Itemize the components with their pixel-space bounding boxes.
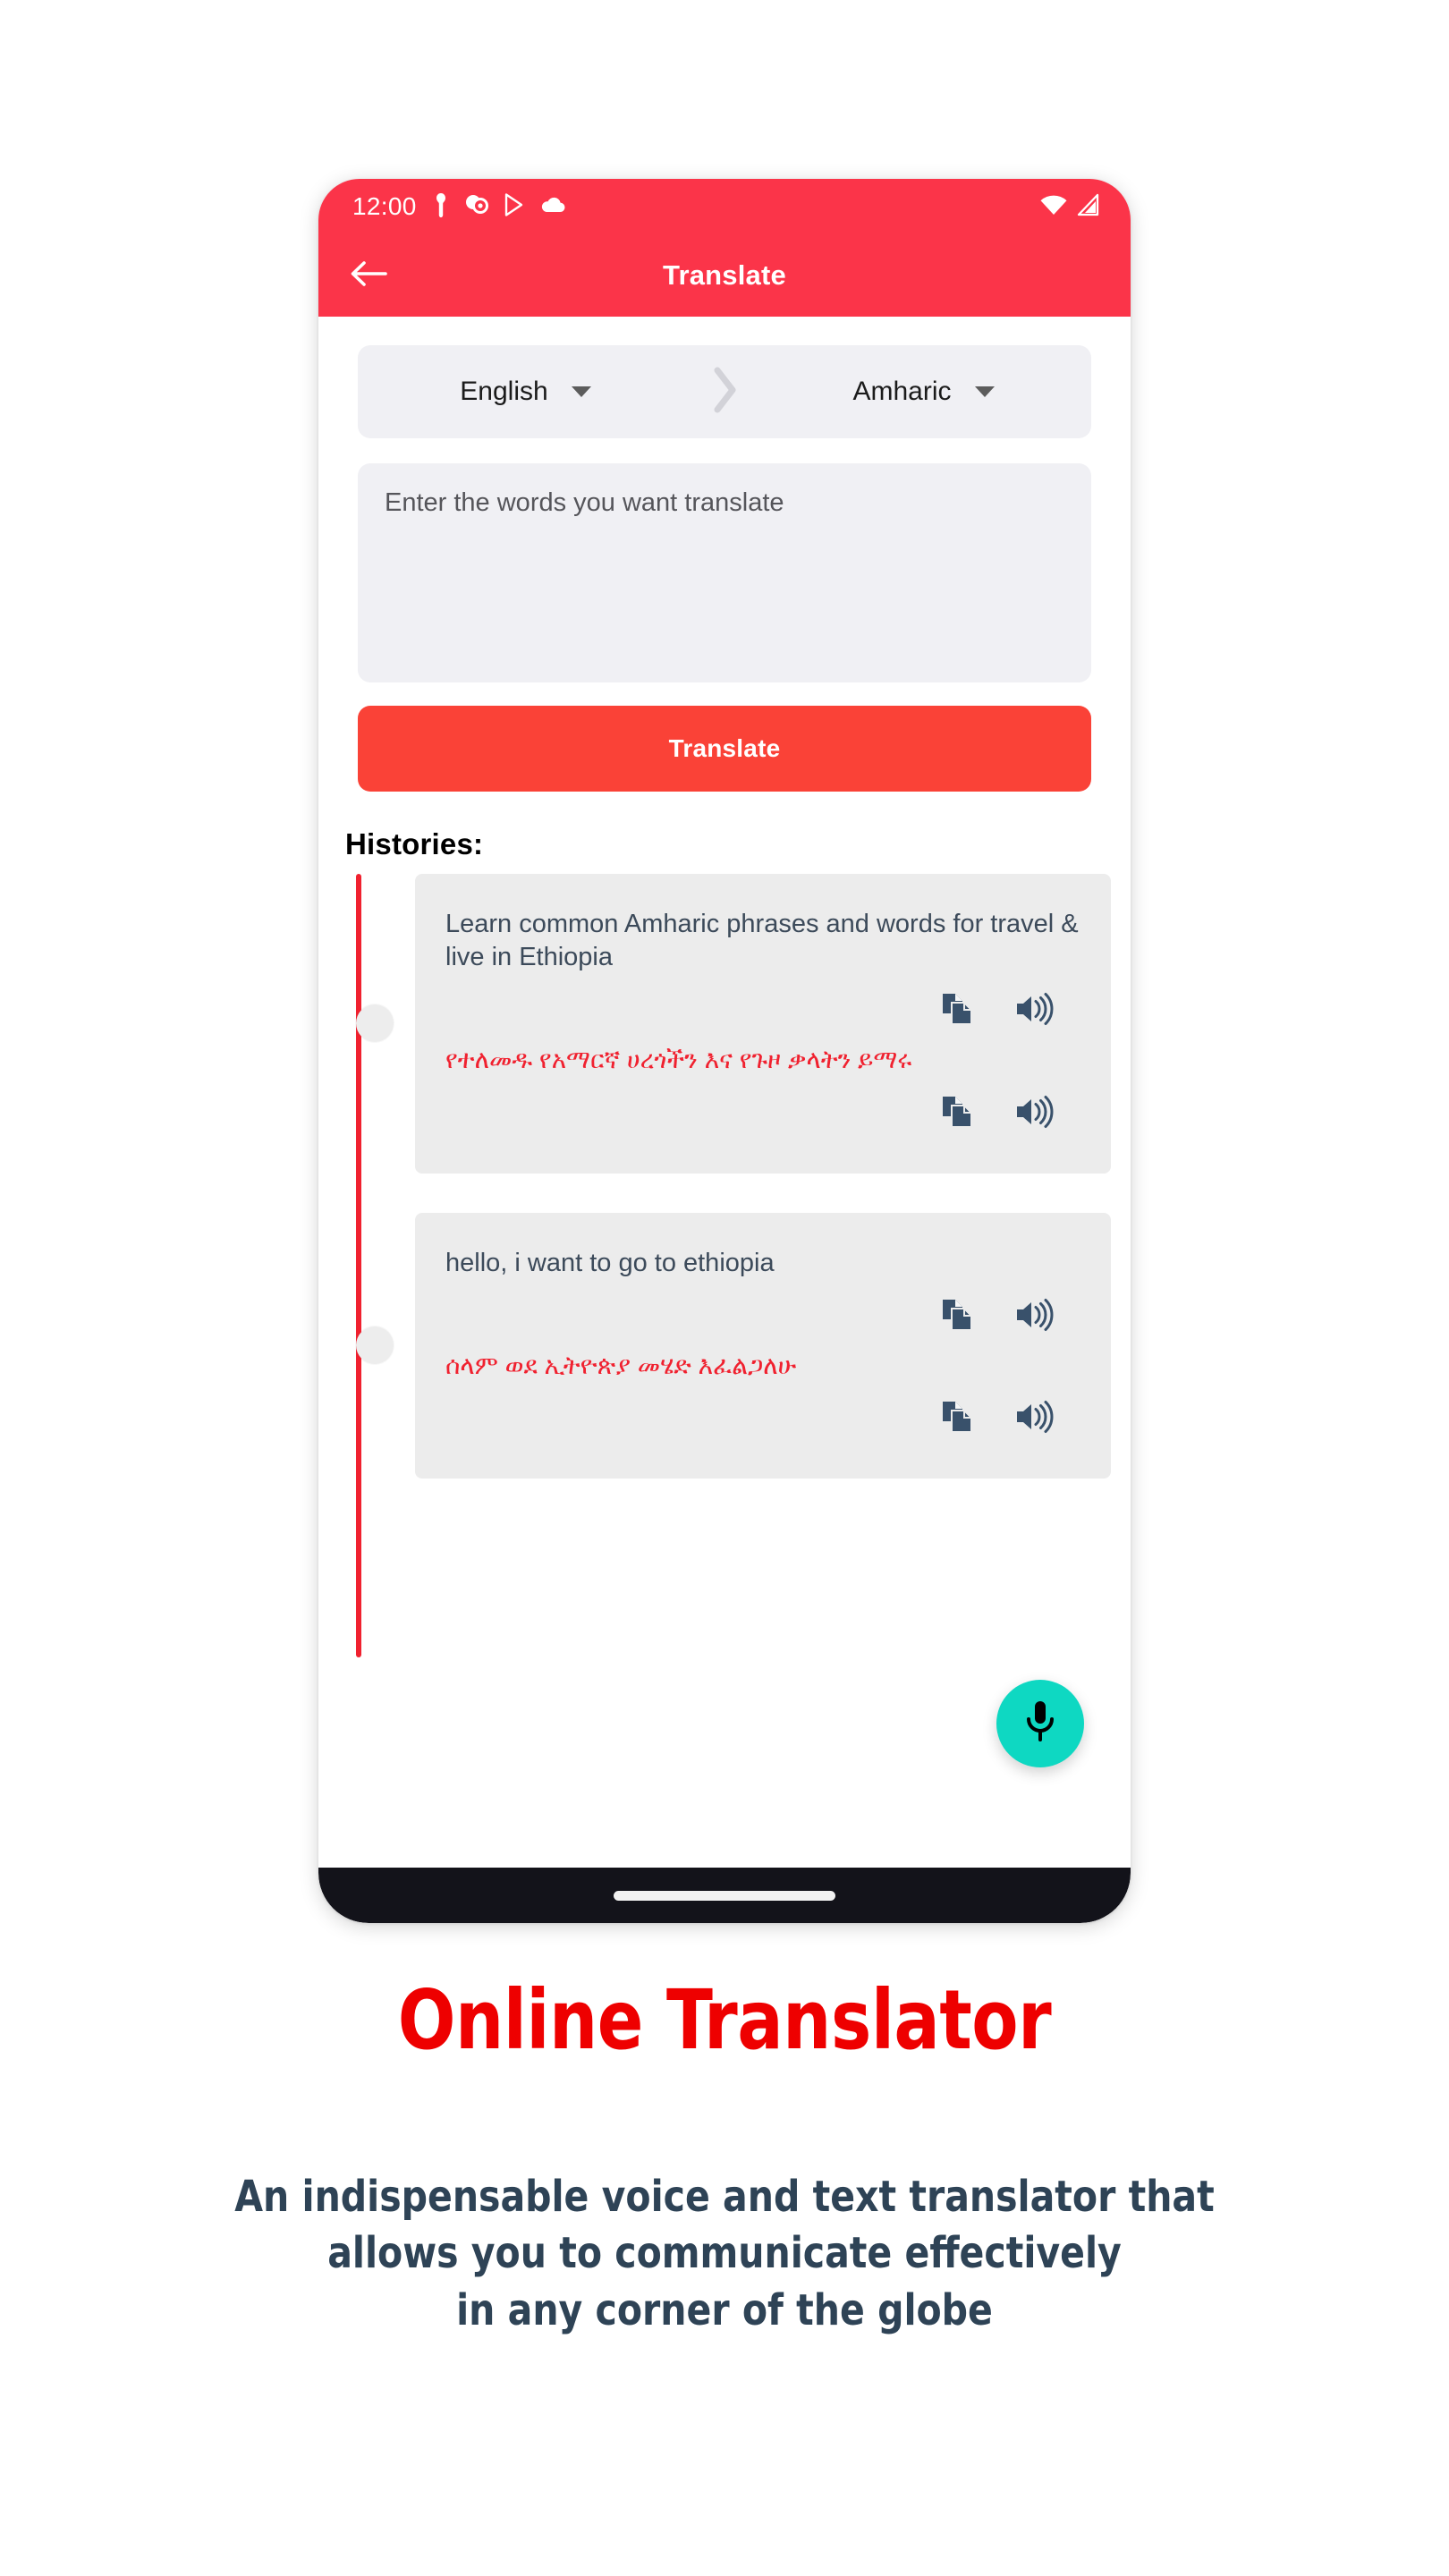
home-indicator[interactable] <box>614 1890 835 1901</box>
target-language-label: Amharic <box>852 377 952 406</box>
source-language-label: English <box>460 377 548 406</box>
histories-heading: Histories: <box>345 827 484 860</box>
app-bar: Translate <box>318 234 1131 317</box>
history-target-text: የተለመዱ የአማርኛ ሀረጎችን እና የጉዞ ቃላትን ይማሩ <box>445 1046 912 1074</box>
circle-badge-icon <box>463 191 490 223</box>
page-title: Translate <box>663 259 786 291</box>
promo-headline: Online Translator <box>397 1972 1052 2068</box>
promo-subheadline: An indispensable voice and text translat… <box>37 2169 1413 2339</box>
list-item: Learn common Amharic phrases and words f… <box>345 874 1131 1174</box>
copy-icon[interactable] <box>941 990 975 1028</box>
target-language-dropdown[interactable]: Amharic <box>756 345 1091 438</box>
history-source-text: hello, i want to go to ethiopia <box>445 1248 775 1277</box>
history-source-actions <box>445 990 1080 1028</box>
history-card[interactable]: hello, i want to go to ethiopia ሰላም ወደ ኢ… <box>415 1212 1111 1479</box>
app-screen: English Amharic Enter the words you want… <box>318 345 1131 1850</box>
voice-input-fab[interactable] <box>996 1680 1084 1767</box>
microphone-icon <box>1021 1698 1060 1750</box>
source-text-input[interactable]: Enter the words you want translate <box>358 463 1091 682</box>
copy-icon[interactable] <box>941 1296 975 1334</box>
back-button[interactable] <box>345 252 392 299</box>
promo-screenshot: 12:00 Translate English Amharic Enter th… <box>0 0 1449 2576</box>
person-icon <box>431 191 451 223</box>
source-text-placeholder: Enter the words you want translate <box>385 488 784 517</box>
histories-timeline: Learn common Amharic phrases and words f… <box>318 874 1131 1657</box>
signal-icon <box>1077 193 1100 221</box>
speaker-icon[interactable] <box>1014 1400 1054 1434</box>
chevron-down-icon <box>571 386 591 397</box>
speaker-icon[interactable] <box>1014 1298 1054 1332</box>
language-selector-bar: English Amharic <box>358 345 1091 438</box>
history-source-text: Learn common Amharic phrases and words f… <box>445 910 1079 972</box>
translate-button-label: Translate <box>668 734 781 762</box>
source-language-dropdown[interactable]: English <box>358 345 693 438</box>
history-target-actions <box>445 1093 1080 1131</box>
translate-button[interactable]: Translate <box>358 706 1091 792</box>
chevron-right-icon <box>711 367 738 418</box>
direction-arrow <box>693 367 756 418</box>
promo-subheadline-line-3: in any corner of the globe <box>456 2284 993 2335</box>
speaker-icon[interactable] <box>1014 992 1054 1026</box>
back-arrow-icon <box>350 259 387 292</box>
wifi-icon <box>1039 193 1068 221</box>
status-bar: 12:00 <box>318 179 1131 234</box>
timeline-dot <box>356 1004 394 1043</box>
list-item: hello, i want to go to ethiopia ሰላም ወደ ኢ… <box>345 1212 1131 1479</box>
status-bar-clock: 12:00 <box>352 192 417 220</box>
history-target-text: ሰላም ወደ ኢትዮጵያ መሄድ እፈልጋለሁ <box>445 1351 797 1379</box>
phone-mockup: 12:00 Translate English Amharic Enter th… <box>318 179 1131 1923</box>
speaker-icon[interactable] <box>1014 1095 1054 1129</box>
promo-subheadline-line-1: An indispensable voice and text translat… <box>234 2172 1215 2222</box>
copy-icon[interactable] <box>941 1398 975 1436</box>
chevron-down-icon <box>974 386 995 397</box>
copy-icon[interactable] <box>941 1093 975 1131</box>
timeline-dot <box>356 1326 394 1365</box>
play-store-icon <box>503 191 527 223</box>
history-source-actions <box>445 1296 1080 1334</box>
history-card[interactable]: Learn common Amharic phrases and words f… <box>415 874 1111 1174</box>
android-nav-bar <box>318 1868 1131 1923</box>
history-target-actions <box>445 1398 1080 1436</box>
cloud-icon <box>539 195 566 219</box>
promo-subheadline-line-2: allows you to communicate effectively <box>327 2228 1122 2279</box>
